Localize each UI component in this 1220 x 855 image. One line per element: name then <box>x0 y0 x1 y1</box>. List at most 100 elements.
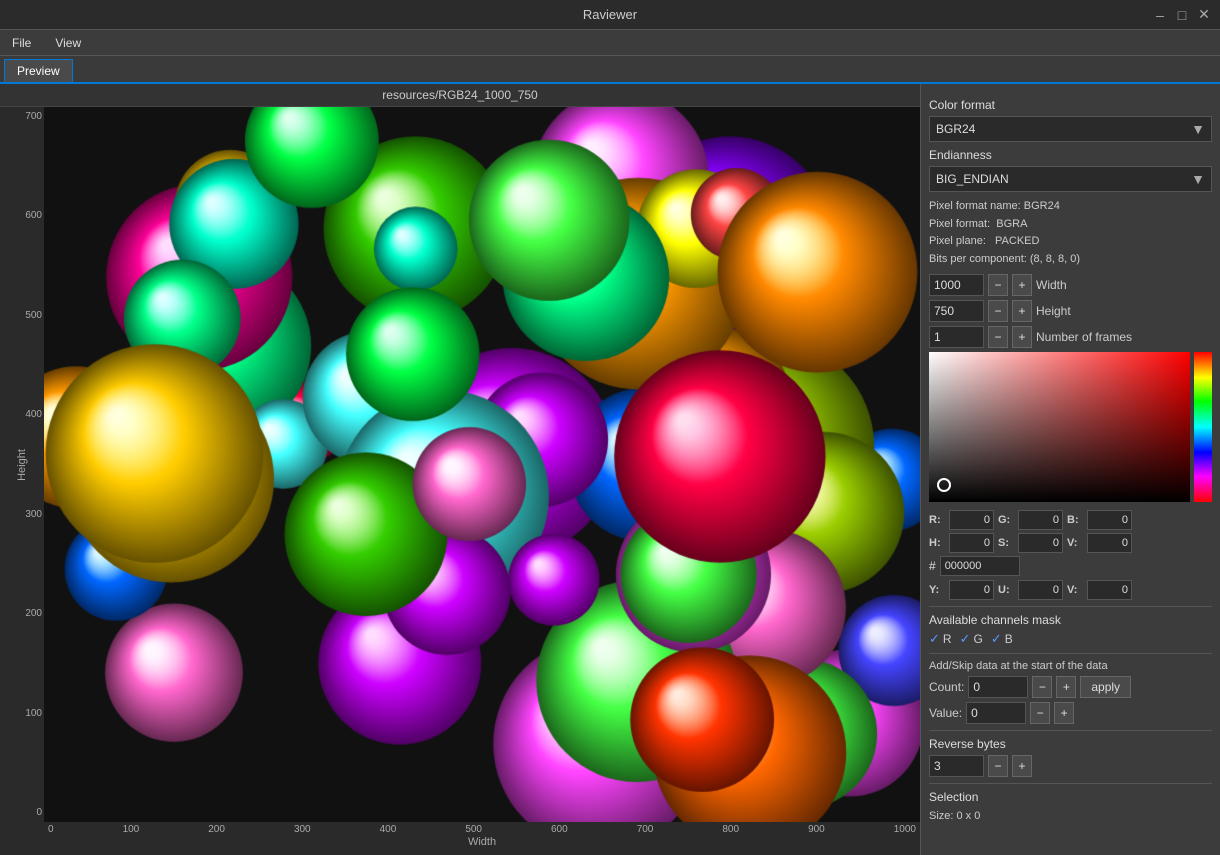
frames-increment-button[interactable]: + <box>1012 326 1032 348</box>
b-input[interactable] <box>1087 510 1132 530</box>
frames-decrement-button[interactable]: − <box>988 326 1008 348</box>
xtick-800: 800 <box>722 824 739 835</box>
apply-button[interactable]: apply <box>1080 676 1131 698</box>
reverse-bytes-label: Reverse bytes <box>929 737 1212 751</box>
divider-2 <box>929 653 1212 654</box>
reverse-bytes-decrement-button[interactable]: − <box>988 755 1008 777</box>
window-controls: – □ ✕ <box>1152 7 1212 23</box>
close-button[interactable]: ✕ <box>1196 7 1212 23</box>
frames-input[interactable] <box>929 326 984 348</box>
count-decrement-button[interactable]: − <box>1032 676 1052 698</box>
xtick-500: 500 <box>465 824 482 835</box>
color-format-value: BGR24 <box>936 122 1191 136</box>
maximize-button[interactable]: □ <box>1174 7 1190 23</box>
h-input[interactable] <box>949 533 994 553</box>
rgb-row: R: G: B: <box>929 510 1212 530</box>
width-increment-button[interactable]: + <box>1012 274 1032 296</box>
b-label: B: <box>1067 514 1083 526</box>
value-label: Value: <box>929 706 962 720</box>
selection-label: Selection <box>929 790 1212 804</box>
height-decrement-button[interactable]: − <box>988 300 1008 322</box>
image-canvas[interactable] <box>44 107 920 822</box>
color-spectrum[interactable] <box>1194 352 1212 502</box>
image-canvas-wrapper[interactable] <box>44 107 920 822</box>
divider-3 <box>929 730 1212 731</box>
endianness-value: BIG_ENDIAN <box>936 172 1191 186</box>
hex-row: # <box>929 556 1212 576</box>
color-gradient[interactable] <box>929 352 1190 502</box>
hsv-row: H: S: V: <box>929 533 1212 553</box>
g-input[interactable] <box>1018 510 1063 530</box>
endianness-arrow-icon: ▼ <box>1191 171 1205 187</box>
yuv-row: Y: U: V: <box>929 580 1212 600</box>
check-g-icon: ✓ <box>960 631 971 647</box>
selection-size: Size: 0 x 0 <box>929 808 1212 826</box>
channel-b-check[interactable]: ✓ B <box>991 631 1013 647</box>
v2-input[interactable] <box>1087 580 1132 600</box>
color-picker-area[interactable] <box>929 352 1212 502</box>
s-input[interactable] <box>1018 533 1063 553</box>
value-row: Value: − + <box>929 702 1212 724</box>
height-input[interactable] <box>929 300 984 322</box>
reverse-bytes-input[interactable] <box>929 755 984 777</box>
width-decrement-button[interactable]: − <box>988 274 1008 296</box>
color-format-dropdown[interactable]: BGR24 ▼ <box>929 116 1212 142</box>
count-increment-button[interactable]: + <box>1056 676 1076 698</box>
v2-label: V: <box>1067 584 1083 596</box>
y-label: Y: <box>929 584 945 596</box>
ytick-100: 100 <box>16 708 42 719</box>
ytick-600: 600 <box>16 210 42 221</box>
width-input[interactable] <box>929 274 984 296</box>
height-increment-button[interactable]: + <box>1012 300 1032 322</box>
xtick-200: 200 <box>208 824 225 835</box>
pixel-plane: Pixel plane: PACKED <box>929 233 1212 251</box>
u-input[interactable] <box>1018 580 1063 600</box>
reverse-bytes-increment-button[interactable]: + <box>1012 755 1032 777</box>
channel-r-label: R <box>943 632 952 646</box>
pixel-info: Pixel format name: BGR24 Pixel format: B… <box>929 198 1212 268</box>
count-row: Count: − + apply <box>929 676 1212 698</box>
app-title: Raviewer <box>583 7 637 22</box>
s-label: S: <box>998 537 1014 549</box>
channel-g-label: G <box>973 632 982 646</box>
r-input[interactable] <box>949 510 994 530</box>
xtick-100: 100 <box>123 824 140 835</box>
menu-file[interactable]: File <box>6 34 37 52</box>
image-wrapper: Height 700 600 500 400 300 200 100 0 <box>0 107 920 855</box>
minimize-button[interactable]: – <box>1152 7 1168 23</box>
height-label: Height <box>1036 304 1071 318</box>
pixel-format: Pixel format: BGRA <box>929 216 1212 234</box>
xtick-900: 900 <box>808 824 825 835</box>
value-increment-button[interactable]: + <box>1054 702 1074 724</box>
value-decrement-button[interactable]: − <box>1030 702 1050 724</box>
endianness-dropdown[interactable]: BIG_ENDIAN ▼ <box>929 166 1212 192</box>
check-r-icon: ✓ <box>929 631 940 647</box>
menubar: File View <box>0 30 1220 56</box>
value-input[interactable] <box>966 702 1026 724</box>
ytick-500: 500 <box>16 310 42 321</box>
hex-input[interactable] <box>940 556 1020 576</box>
width-row: − + Width <box>929 274 1212 296</box>
filename-label: resources/RGB24_1000_750 <box>0 84 920 107</box>
channel-b-label: B <box>1005 632 1013 646</box>
channel-r-check[interactable]: ✓ R <box>929 631 952 647</box>
menu-view[interactable]: View <box>49 34 87 52</box>
count-input[interactable] <box>968 676 1028 698</box>
pixel-format-name: Pixel format name: BGR24 <box>929 198 1212 216</box>
skip-data-label: Add/Skip data at the start of the data <box>929 660 1212 672</box>
v-input[interactable] <box>1087 533 1132 553</box>
x-axis-row: 0 100 200 300 400 500 600 700 800 900 10… <box>0 822 920 855</box>
x-axis-label: Width <box>44 835 920 848</box>
ytick-400: 400 <box>16 409 42 420</box>
divider-4 <box>929 783 1212 784</box>
right-panel: Color format BGR24 ▼ Endianness BIG_ENDI… <box>920 84 1220 855</box>
tab-preview[interactable]: Preview <box>4 59 73 82</box>
canvas-yaxis-container: Height 700 600 500 400 300 200 100 0 <box>0 107 920 822</box>
endianness-label: Endianness <box>929 148 1212 162</box>
channel-g-check[interactable]: ✓ G <box>960 631 983 647</box>
xtick-700: 700 <box>637 824 654 835</box>
image-panel: resources/RGB24_1000_750 Height 700 600 … <box>0 84 920 855</box>
u-label: U: <box>998 584 1014 596</box>
ytick-0: 0 <box>16 807 42 818</box>
y-input[interactable] <box>949 580 994 600</box>
